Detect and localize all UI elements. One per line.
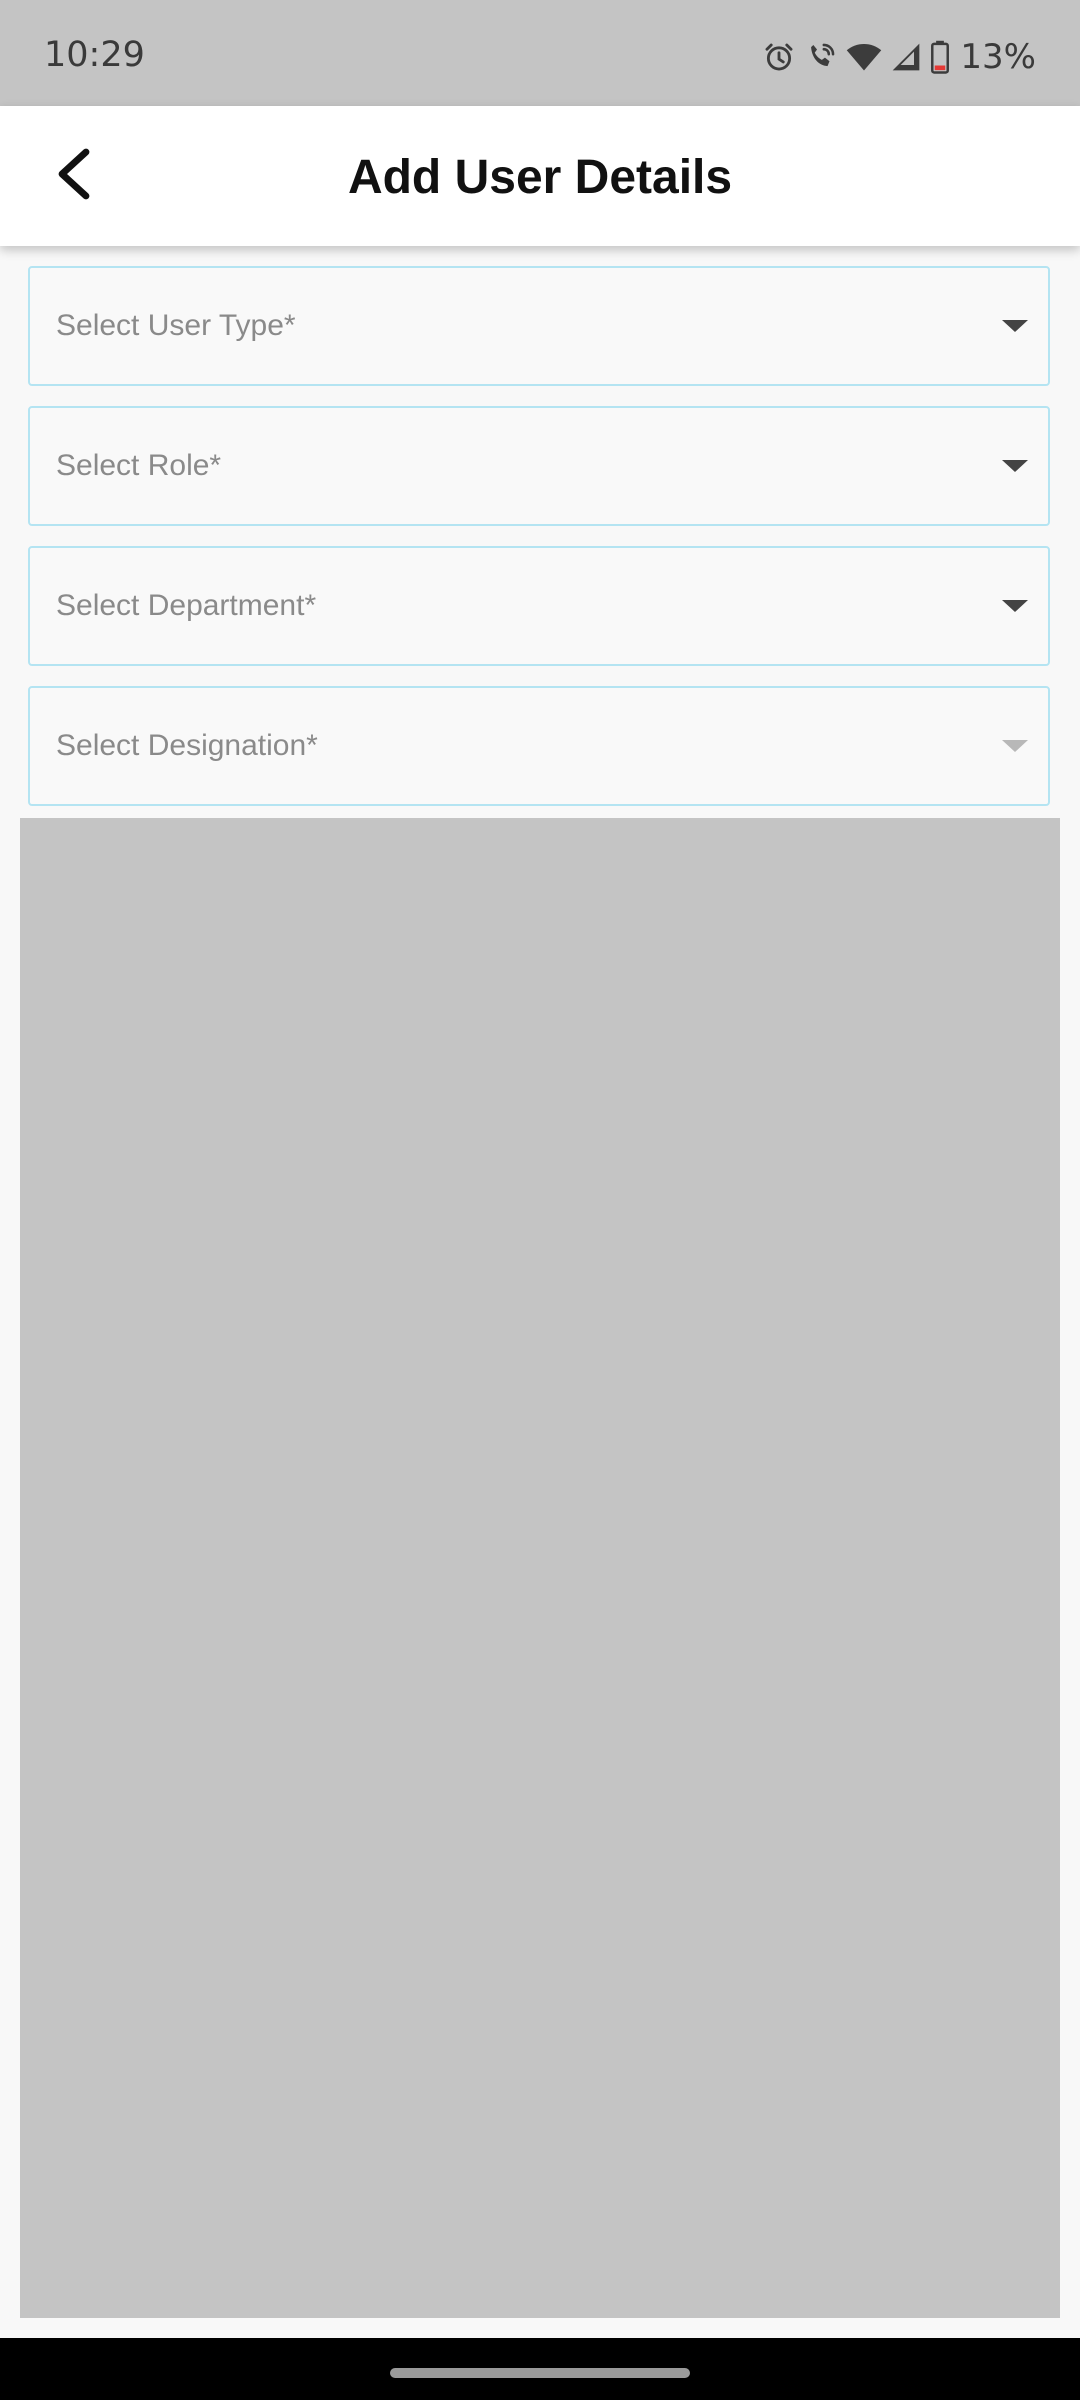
wifi-calling-icon	[804, 40, 838, 74]
status-time: 10:29	[44, 35, 145, 75]
navigation-bar	[0, 2338, 1080, 2400]
caret-down-icon	[1002, 600, 1028, 612]
signal-icon	[890, 41, 922, 73]
role-dropdown[interactable]: Select Role*	[28, 406, 1050, 526]
overlay-panel	[20, 818, 1060, 2318]
status-bar: 10:29 13%	[0, 0, 1080, 106]
wifi-icon	[846, 40, 882, 74]
role-label: Select Role*	[56, 449, 222, 482]
caret-down-icon	[1002, 320, 1028, 332]
caret-down-icon	[1002, 460, 1028, 472]
department-dropdown[interactable]: Select Department*	[28, 546, 1050, 666]
home-gesture-handle[interactable]	[390, 2368, 690, 2378]
battery-icon	[930, 40, 950, 74]
user-type-dropdown[interactable]: Select User Type*	[28, 266, 1050, 386]
department-label: Select Department*	[56, 589, 317, 622]
app-bar: Add User Details	[0, 106, 1080, 246]
page-title: Add User Details	[347, 151, 733, 204]
designation-label: Select Designation*	[56, 729, 318, 762]
battery-percentage: 13%	[960, 37, 1036, 77]
designation-dropdown[interactable]: Select Designation*	[28, 686, 1050, 806]
user-type-label: Select User Type*	[56, 309, 296, 342]
caret-down-icon	[1002, 740, 1028, 752]
alarm-icon	[762, 40, 796, 74]
status-icons: 13%	[762, 40, 1036, 74]
